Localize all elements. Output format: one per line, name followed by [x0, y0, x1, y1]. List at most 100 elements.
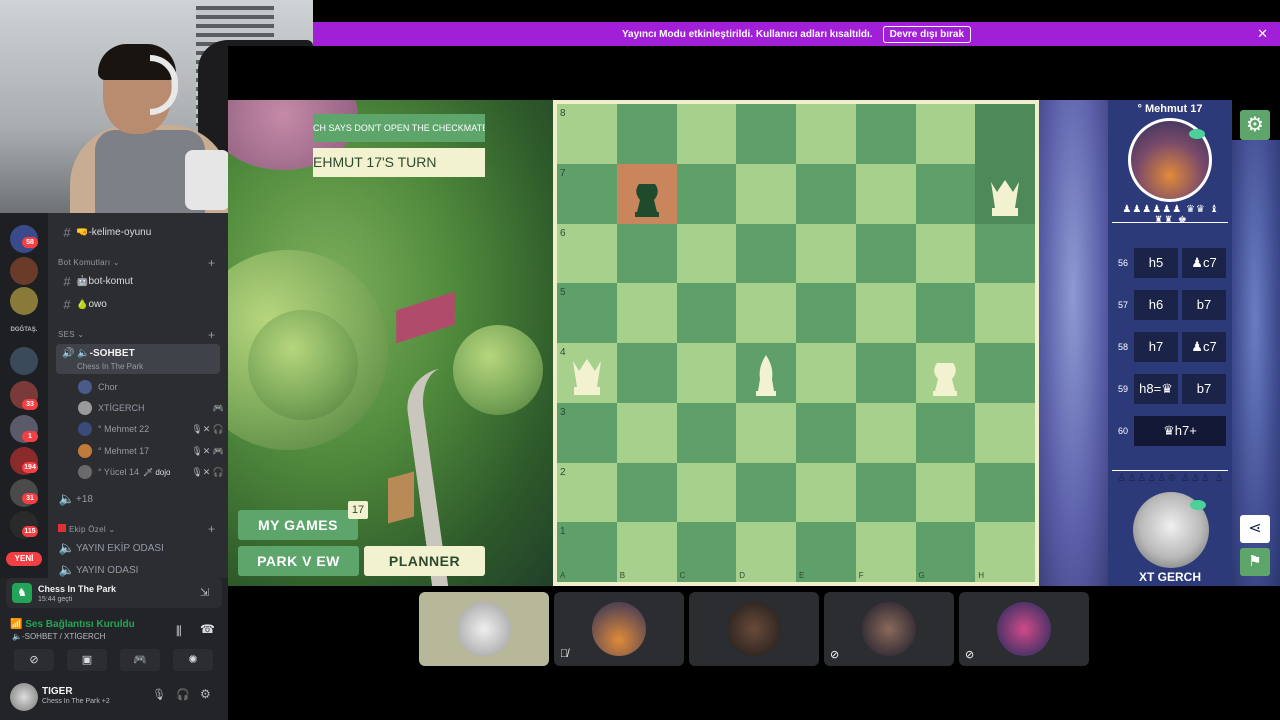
- board-square[interactable]: [616, 163, 677, 224]
- board-square[interactable]: [736, 104, 796, 164]
- board-square[interactable]: [915, 223, 976, 284]
- board-square[interactable]: [796, 343, 856, 403]
- board-square[interactable]: [736, 402, 796, 463]
- board-square[interactable]: [975, 462, 1035, 523]
- board-square[interactable]: [796, 283, 856, 343]
- board-square[interactable]: [616, 223, 677, 284]
- server-icon[interactable]: [10, 287, 38, 315]
- voice-channel-ekip[interactable]: 🔈 YAYIN EKİP ODASI: [58, 538, 224, 558]
- participant-tile[interactable]: [689, 592, 819, 666]
- move-row[interactable]: 57 h6 b7: [1112, 288, 1228, 322]
- settings-gear-icon[interactable]: ⚙: [1240, 110, 1270, 140]
- board-square[interactable]: [855, 104, 916, 164]
- noise-suppression-icon[interactable]: ⫼: [176, 624, 182, 639]
- more-users[interactable]: 🔈 +18: [58, 489, 224, 509]
- board-square[interactable]: 8: [557, 104, 617, 164]
- board-square[interactable]: [736, 163, 796, 224]
- voice-user[interactable]: ° Yücel 14 🗡 dojo 🎙✕ 🎧: [78, 462, 224, 482]
- participant-tile[interactable]: ⊘: [824, 592, 954, 666]
- board-square[interactable]: [676, 462, 737, 523]
- board-square[interactable]: [855, 163, 916, 224]
- white-bishop-piece[interactable]: [744, 351, 788, 397]
- camera-off-button[interactable]: ⊘: [14, 649, 54, 671]
- board-square[interactable]: [676, 223, 737, 284]
- board-square[interactable]: [915, 104, 976, 164]
- planner-button[interactable]: PLANNER: [364, 546, 485, 576]
- board-square[interactable]: [796, 402, 856, 463]
- board-square[interactable]: [676, 104, 737, 164]
- move-row[interactable]: 58 h7 ♟c7: [1112, 330, 1228, 364]
- board-square[interactable]: [796, 462, 856, 523]
- channel-owo[interactable]: # 🍐owo: [58, 294, 224, 314]
- voice-channel-yayin[interactable]: 🔈 YAYIN ODASI: [58, 560, 224, 578]
- disconnect-icon[interactable]: ☎: [200, 622, 215, 636]
- voice-user[interactable]: Chor: [78, 377, 224, 397]
- board-square[interactable]: [736, 223, 796, 284]
- board-square[interactable]: 1A: [557, 522, 617, 582]
- disable-streamer-mode-button[interactable]: Devre dışı bırak: [882, 25, 972, 43]
- participant-tile[interactable]: ⊘: [959, 592, 1089, 666]
- share-icon[interactable]: ⋖: [1240, 515, 1270, 543]
- board-square[interactable]: [975, 343, 1035, 403]
- board-square[interactable]: [855, 283, 916, 343]
- board-square[interactable]: [616, 402, 677, 463]
- board-square[interactable]: B: [616, 522, 677, 582]
- board-square[interactable]: [676, 402, 737, 463]
- voice-user[interactable]: ° Mehmet 22 🎙✕ 🎧: [78, 419, 224, 439]
- voice-user[interactable]: ° Mehmet 17 🎙✕ 🎮: [78, 441, 224, 461]
- board-square[interactable]: F: [855, 522, 916, 582]
- board-square[interactable]: [616, 343, 677, 403]
- white-king-piece[interactable]: [923, 351, 967, 397]
- board-square[interactable]: E: [796, 522, 856, 582]
- category-ses[interactable]: SES ⌄ +: [58, 328, 215, 342]
- board-square[interactable]: G: [915, 522, 976, 582]
- board-square[interactable]: [915, 402, 976, 463]
- board-square[interactable]: [855, 343, 916, 403]
- board-square[interactable]: 6: [557, 223, 617, 284]
- board-square[interactable]: [616, 462, 677, 523]
- add-channel-icon[interactable]: +: [208, 522, 215, 536]
- board-square[interactable]: [616, 104, 677, 164]
- move-row[interactable]: 59 h8=♛ b7: [1112, 372, 1228, 406]
- board-square[interactable]: [975, 402, 1035, 463]
- screen-share-button[interactable]: ▣: [67, 649, 107, 671]
- board-square[interactable]: 4: [557, 343, 617, 403]
- park-view-button[interactable]: PARK V EW: [238, 546, 359, 576]
- board-square[interactable]: C: [676, 522, 737, 582]
- avatar[interactable]: [10, 683, 38, 711]
- board-square[interactable]: H: [975, 522, 1035, 582]
- voice-user[interactable]: XTİGERCH 🎮: [78, 398, 224, 418]
- board-square[interactable]: [736, 283, 796, 343]
- board-square[interactable]: [616, 283, 677, 343]
- headphones-icon[interactable]: 🎧: [176, 688, 190, 701]
- board-square[interactable]: [855, 462, 916, 523]
- server-icon[interactable]: [10, 347, 38, 375]
- microphone-icon[interactable]: 🎙: [152, 688, 166, 701]
- new-badge[interactable]: YENİ: [6, 552, 42, 566]
- white-queen-piece[interactable]: [565, 351, 609, 397]
- move-row[interactable]: 56 h5 ♟c7: [1112, 246, 1228, 280]
- chess-board[interactable]: 87654321ABCDEFGH: [557, 104, 1035, 582]
- board-square[interactable]: [975, 163, 1035, 224]
- board-square[interactable]: [676, 343, 737, 403]
- board-square[interactable]: D: [736, 522, 796, 582]
- category-ekip-ozel[interactable]: Ekip Özel ⌄ +: [58, 522, 215, 536]
- board-square[interactable]: [736, 462, 796, 523]
- flag-icon[interactable]: ⚑: [1240, 548, 1270, 576]
- board-square[interactable]: [855, 223, 916, 284]
- board-square[interactable]: [796, 104, 856, 164]
- board-square[interactable]: [736, 343, 796, 403]
- board-square[interactable]: [975, 283, 1035, 343]
- black-king-piece[interactable]: [625, 172, 669, 218]
- participant-tile[interactable]: 🎙̸: [554, 592, 684, 666]
- board-square[interactable]: [915, 462, 976, 523]
- activity-button[interactable]: 🎮: [120, 649, 160, 671]
- move-row[interactable]: 60 ♛h7+: [1112, 414, 1228, 448]
- board-square[interactable]: [915, 163, 976, 224]
- my-games-button[interactable]: MY GAMES: [238, 510, 358, 540]
- category-bot-komutlari[interactable]: Bot Komutları ⌄ +: [58, 256, 215, 270]
- channel-kelime-oyunu[interactable]: # 🤜-kelime-oyunu: [58, 222, 224, 242]
- activity-exit-icon[interactable]: ⇲: [200, 586, 209, 599]
- channel-bot-komut[interactable]: # 🤖bot-komut: [58, 271, 224, 291]
- soundboard-button[interactable]: ✺: [173, 649, 213, 671]
